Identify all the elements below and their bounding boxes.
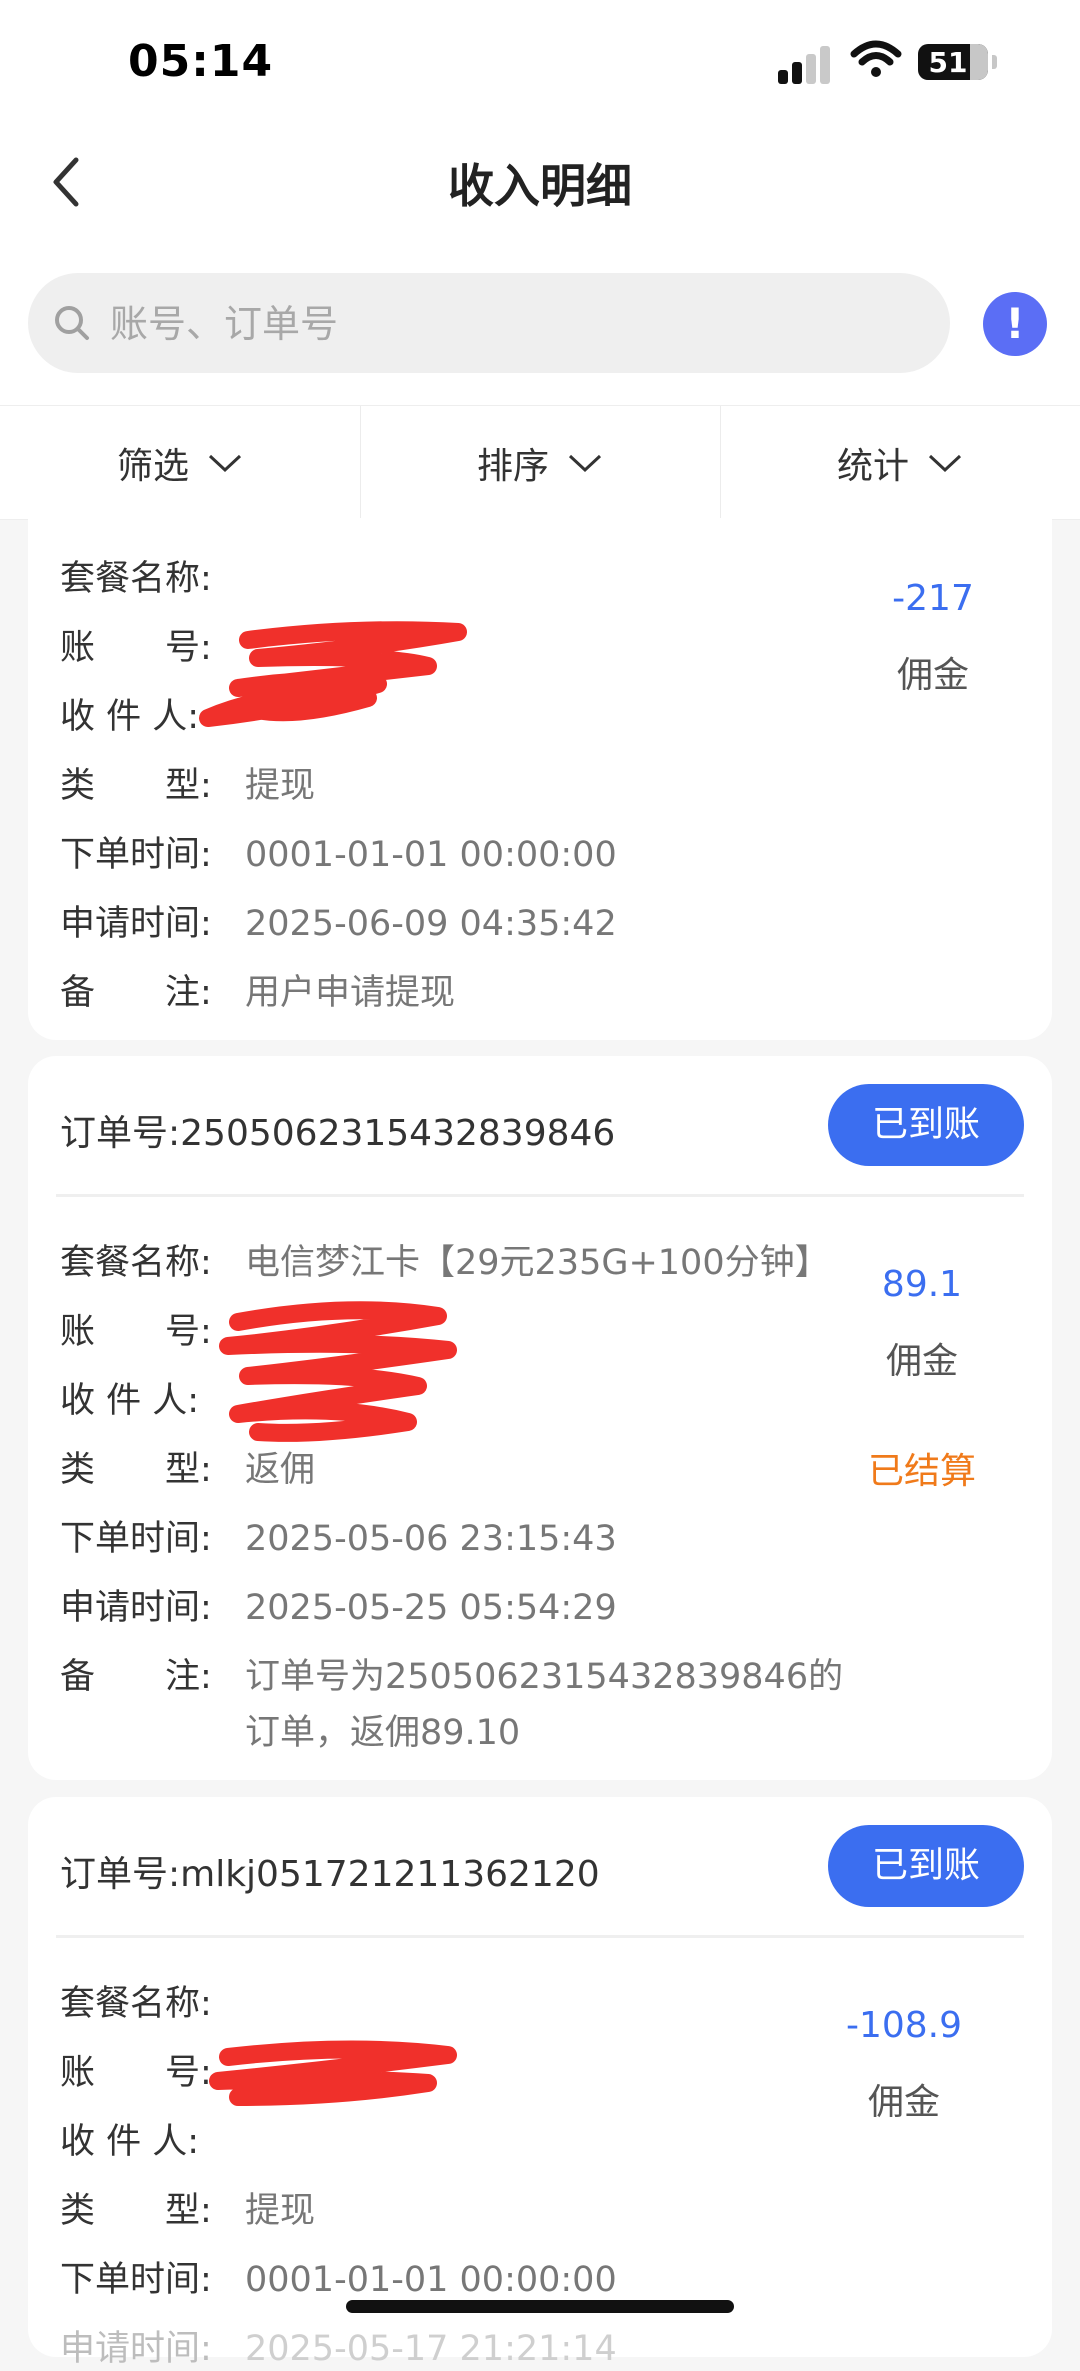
record-card[interactable]: 订单号:2505062315432839846 已到账 套餐名称: 电信梦江卡【2… [28,1056,1052,1780]
search-icon [55,306,89,340]
note-row: 备 注: 用户申请提现 [60,973,456,1013]
filter-bar: 筛选 排序 统计 [0,405,1080,520]
redaction-scribble [219,1301,457,1442]
search-input[interactable] [108,293,912,355]
cellular-signal-icon [778,44,834,84]
top-area: 05:14 51 收入明细 ! [0,0,1080,405]
amount-value: -108.9 [845,2005,963,2046]
chevron-down-icon [568,454,602,472]
order-number: 订单号:2505062315432839846 [60,1113,616,1154]
page-title: 收入明细 [448,159,632,213]
type-row: 类 型: 返佣 [60,1450,316,1490]
package-row: 套餐名称: 电信梦江卡【29元235G+100分钟】 [60,1243,830,1283]
receiver-row: 收 件 人: [60,2122,200,2162]
type-row: 类 型: 提现 [60,766,316,806]
amount-value: 89.1 [881,1264,963,1305]
sort-button[interactable]: 排序 [360,406,720,519]
chevron-down-icon [928,454,962,472]
home-indicator [346,2300,734,2313]
package-row: 套餐名称: [60,1984,212,2024]
info-button[interactable]: ! [983,292,1047,356]
statistics-button[interactable]: 统计 [720,406,1080,519]
amount-value: -217 [892,578,974,619]
amount-label: 佣金 [896,655,969,696]
settled-status: 已结算 [867,1451,976,1492]
wifi-icon [850,40,902,77]
record-card[interactable]: 套餐名称: 账 号: 收 件 人: 类 型: 提现 下单时间: 0001-01-01… [28,518,1052,1040]
redaction-scribble [209,2040,457,2106]
status-badge[interactable]: 已到账 [828,1084,1024,1166]
order-number: 订单号:mlkj051721211362120 [60,1854,600,1895]
filter-button[interactable]: 筛选 [0,406,360,519]
amount-label: 佣金 [867,2082,940,2123]
apply-time-row: 申请时间: 2025-05-25 05:54:29 [60,1588,617,1628]
apply-time-row: 申请时间: 2025-05-17 21:21:14 [60,2329,617,2369]
order-time-row: 下单时间: 0001-01-01 00:00:00 [60,835,617,875]
amount-label: 佣金 [885,1341,958,1382]
apply-time-row: 申请时间: 2025-06-09 04:35:42 [60,904,617,944]
battery-icon: 51 [918,44,988,80]
order-time-row: 下单时间: 0001-01-01 00:00:00 [60,2260,617,2300]
package-row: 套餐名称: [60,559,212,599]
battery-level: 51 [928,46,968,79]
order-time-row: 下单时间: 2025-05-06 23:15:43 [60,1519,617,1559]
note-row: 备 注: 订单号为2505062315432839846的 [60,1657,844,1697]
type-row: 类 型: 提现 [60,2191,316,2231]
search-bar[interactable] [28,273,950,373]
chevron-down-icon [208,454,242,472]
redaction-scribble [199,621,467,727]
status-badge[interactable]: 已到账 [828,1825,1024,1907]
status-time: 05:14 [128,36,274,87]
note-row-continued: 订单，返佣89.10 [245,1713,521,1753]
record-card[interactable]: 订单号:mlkj051721211362120 已到账 套餐名称: 账 号: 收… [28,1797,1052,2369]
